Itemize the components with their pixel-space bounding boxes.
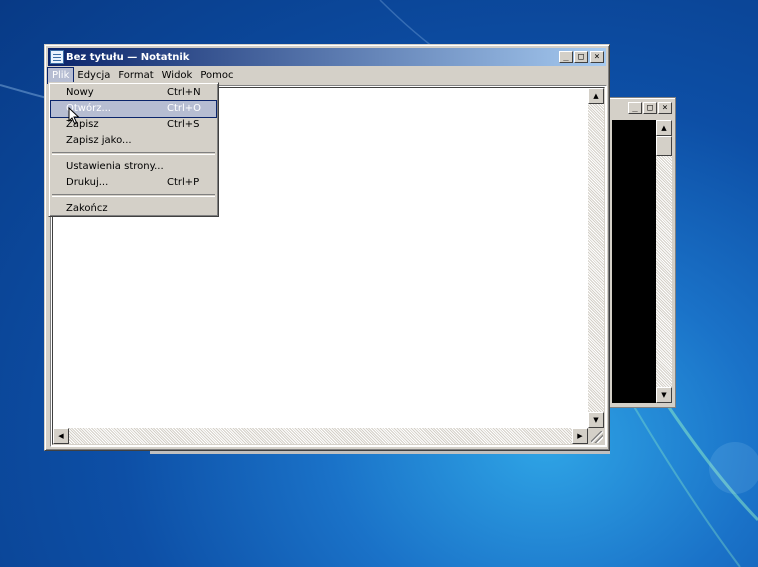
size-grip-icon (591, 431, 603, 443)
file-menu-dropdown: Nowy Ctrl+N Otwórz... Ctrl+O Zapisz Ctrl… (48, 82, 219, 217)
menu-item-label: Zapisz jako... (66, 135, 132, 146)
menu-item-ustawienia-strony[interactable]: Ustawienia strony... (51, 159, 216, 175)
horizontal-scrollbar[interactable]: ◀ ▶ (53, 428, 588, 444)
scroll-right-icon[interactable]: ▶ (572, 428, 588, 444)
scroll-up-icon[interactable]: ▲ (588, 88, 604, 104)
console-close-button[interactable]: × (658, 102, 672, 114)
window-title: Bez tytułu — Notatnik (66, 51, 190, 63)
size-grip[interactable] (588, 428, 604, 444)
background-console-window[interactable]: _ □ × ▲ ▼ (605, 97, 676, 408)
caption-buttons: _ □ × (558, 51, 604, 63)
notepad-icon[interactable] (50, 50, 64, 64)
menu-item-zakoncz[interactable]: Zakończ (51, 201, 216, 217)
menu-separator (52, 152, 215, 155)
menu-item-otworz[interactable]: Otwórz... Ctrl+O (50, 100, 217, 118)
menu-widok[interactable]: Widok (158, 68, 197, 83)
menu-item-zapisz[interactable]: Zapisz Ctrl+S (51, 117, 216, 133)
console-scroll-up-icon[interactable]: ▲ (656, 120, 672, 136)
menu-item-zapisz-jako[interactable]: Zapisz jako... (51, 133, 216, 149)
menu-item-label: Nowy (66, 87, 94, 98)
menu-item-drukuj[interactable]: Drukuj... Ctrl+P (51, 175, 216, 191)
menu-pomoc[interactable]: Pomoc (196, 68, 237, 83)
menu-item-shortcut: Ctrl+P (167, 177, 200, 188)
console-vertical-scrollbar[interactable]: ▲ ▼ (656, 120, 672, 403)
menu-item-shortcut: Ctrl+O (167, 103, 202, 114)
console-scroll-down-icon[interactable]: ▼ (656, 387, 672, 403)
menu-edycja[interactable]: Edycja (73, 68, 114, 83)
console-scroll-thumb[interactable] (656, 136, 672, 156)
minimize-button[interactable]: _ (559, 51, 573, 63)
console-maximize-button[interactable]: □ (643, 102, 657, 114)
close-button[interactable]: × (590, 51, 604, 63)
menu-format[interactable]: Format (114, 68, 157, 83)
menu-item-label: Drukuj... (66, 177, 109, 188)
menu-bar: Plik Edycja Format Widok Pomoc (46, 66, 606, 84)
console-minimize-button[interactable]: _ (628, 102, 642, 114)
menu-item-shortcut: Ctrl+S (167, 119, 200, 130)
menu-item-shortcut: Ctrl+N (167, 87, 201, 98)
vertical-scrollbar[interactable]: ▲ ▼ (588, 88, 604, 428)
title-bar[interactable]: Bez tytułu — Notatnik _ □ × (48, 48, 606, 66)
console-output-area[interactable] (612, 120, 658, 403)
menu-item-label: Zapisz (66, 119, 99, 130)
scroll-down-icon[interactable]: ▼ (588, 412, 604, 428)
menu-item-label: Zakończ (66, 203, 108, 214)
menu-item-label: Otwórz... (66, 103, 111, 114)
window-shadow (150, 451, 610, 454)
menu-separator (52, 194, 215, 197)
maximize-button[interactable]: □ (574, 51, 588, 63)
menu-plik[interactable]: Plik (46, 66, 75, 84)
menu-item-nowy[interactable]: Nowy Ctrl+N (51, 85, 216, 101)
menu-item-label: Ustawienia strony... (66, 161, 164, 172)
console-caption-buttons: _ □ × (627, 102, 672, 114)
scroll-left-icon[interactable]: ◀ (53, 428, 69, 444)
